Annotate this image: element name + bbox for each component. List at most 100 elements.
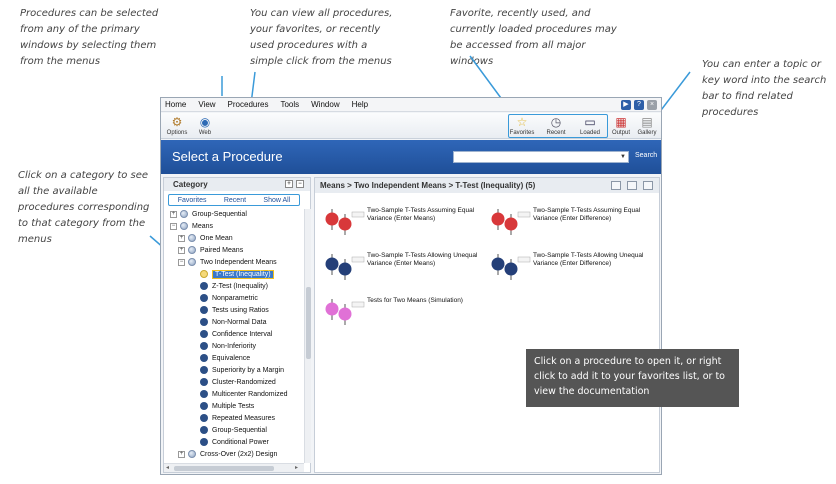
breadcrumb: Means > Two Independent Means > T-Test (… bbox=[315, 178, 659, 193]
detail-view-icon[interactable] bbox=[627, 181, 637, 190]
menu-window[interactable]: Window bbox=[311, 100, 339, 109]
scroll-right-icon[interactable]: ▸ bbox=[295, 464, 298, 472]
tree-item[interactable]: − Means bbox=[170, 221, 213, 233]
tree-item[interactable]: Non-Normal Data bbox=[200, 317, 266, 329]
menu-procedures[interactable]: Procedures bbox=[228, 100, 269, 109]
procedure-node-icon bbox=[200, 282, 208, 291]
tree-vertical-scrollbar[interactable] bbox=[304, 209, 311, 463]
web-button[interactable]: ◉ Web bbox=[189, 114, 221, 138]
two-sample-icon bbox=[491, 209, 531, 235]
icon-view-icon[interactable] bbox=[643, 181, 653, 190]
tree-item[interactable]: Cluster-Randomized bbox=[200, 377, 276, 389]
collapse-icon[interactable]: − bbox=[178, 258, 185, 266]
tree-item-label: Tests using Ratios bbox=[212, 307, 269, 314]
menu-view[interactable]: View bbox=[198, 100, 215, 109]
menu-tools[interactable]: Tools bbox=[280, 100, 299, 109]
tree-item[interactable]: + Group-Sequential bbox=[170, 209, 247, 221]
expand-all-icon[interactable]: + bbox=[285, 180, 293, 188]
tree-item[interactable]: + Paired Means bbox=[178, 245, 243, 257]
tab-favorites[interactable]: Favorites bbox=[178, 197, 207, 204]
folder-icon bbox=[188, 234, 196, 243]
tree-item-label: Multiple Tests bbox=[212, 403, 255, 410]
procedure-label: Two-Sample T-Tests Assuming Equal Varian… bbox=[533, 207, 641, 222]
tree-item[interactable]: Equivalence bbox=[200, 353, 250, 365]
folder-icon bbox=[188, 450, 196, 459]
procedure-item[interactable]: Two-Sample T-Tests Assuming Equal Varian… bbox=[489, 206, 649, 242]
tree-item[interactable]: + One Mean bbox=[178, 233, 233, 245]
tree-item[interactable]: Confidence Interval bbox=[200, 329, 272, 341]
category-tabs: Favorites Recent Show All bbox=[168, 194, 300, 206]
procedure-item[interactable]: Two-Sample T-Tests Allowing Unequal Vari… bbox=[489, 251, 649, 287]
close-icon[interactable]: × bbox=[647, 100, 657, 110]
tree-item[interactable]: Repeated Measures bbox=[200, 413, 275, 425]
tree-item-label: T-Test (Inequality) bbox=[212, 270, 274, 279]
help-icon[interactable]: ? bbox=[634, 100, 644, 110]
procedure-item[interactable]: Two-Sample T-Tests Allowing Unequal Vari… bbox=[323, 251, 483, 287]
annotation-loaded-procedures: Favorite, recently used, and currently l… bbox=[450, 8, 617, 67]
tree-item-label: Non-Inferiority bbox=[212, 343, 256, 350]
two-sample-icon bbox=[491, 254, 531, 280]
procedure-panel: Means > Two Independent Means > T-Test (… bbox=[314, 177, 660, 473]
tree-item[interactable]: Multiple Tests bbox=[200, 401, 254, 413]
tree-item[interactable]: Multicenter Randomized bbox=[200, 389, 287, 401]
tree-item[interactable]: Tests using Ratios bbox=[200, 305, 269, 317]
loaded-button[interactable]: ▭ Loaded bbox=[574, 114, 606, 138]
expand-icon[interactable]: + bbox=[170, 210, 177, 218]
windows-icon: ▭ bbox=[584, 115, 596, 129]
scroll-left-icon[interactable]: ◂ bbox=[166, 464, 169, 472]
tree-item[interactable]: Non-Inferiority bbox=[200, 341, 256, 353]
tree-item[interactable]: T-Test (Inequality) bbox=[200, 269, 274, 281]
collapse-all-icon[interactable]: − bbox=[296, 180, 304, 188]
tree-item[interactable]: − Two Independent Means bbox=[178, 257, 277, 269]
two-sample-icon bbox=[325, 254, 365, 280]
procedure-label: Two-Sample T-Tests Allowing Unequal Vari… bbox=[533, 252, 644, 267]
procedure-label: Two-Sample T-Tests Allowing Unequal Vari… bbox=[367, 252, 478, 267]
procedure-node-icon bbox=[200, 318, 208, 327]
expand-icon[interactable]: + bbox=[178, 234, 185, 242]
navigate-icon[interactable]: ▶ bbox=[621, 100, 631, 110]
tree-item-label: Group-Sequential bbox=[212, 427, 267, 434]
gallery-icon: ▤ bbox=[641, 115, 653, 129]
tree-horizontal-scrollbar[interactable]: ◂ ▸ bbox=[164, 463, 304, 472]
search-button[interactable]: Search bbox=[635, 152, 657, 159]
category-header: Category + − bbox=[164, 178, 310, 191]
window-controls: ▶ ? × bbox=[621, 100, 657, 110]
menu-help[interactable]: Help bbox=[352, 100, 368, 109]
tree-item-label: Two Independent Means bbox=[200, 259, 277, 266]
tree-item[interactable]: Group-Sequential bbox=[200, 425, 267, 437]
category-header-label: Category bbox=[173, 180, 208, 189]
output-label: Output bbox=[611, 130, 630, 136]
tree-item[interactable]: Nonparametric bbox=[200, 293, 258, 305]
tree-item[interactable]: + Cross-Over (2x2) Design bbox=[178, 449, 277, 461]
collapse-icon[interactable]: − bbox=[170, 222, 177, 230]
favorites-button[interactable]: ☆ Favorites bbox=[506, 114, 538, 138]
tree-item-label: One Mean bbox=[200, 235, 233, 242]
procedure-item[interactable]: Tests for Two Means (Simulation) bbox=[323, 296, 483, 332]
toolbar: ⚙ Options ◉ Web ☆ Favorites ◷ Recent ▭ L… bbox=[161, 113, 661, 139]
folder-icon bbox=[180, 222, 188, 231]
search-input[interactable]: ▼ bbox=[453, 151, 629, 163]
tree-item[interactable]: Superiority by a Margin bbox=[200, 365, 284, 377]
scroll-thumb[interactable] bbox=[306, 287, 311, 359]
procedure-node-icon bbox=[200, 270, 208, 279]
procedure-node-icon bbox=[200, 342, 208, 351]
expand-icon[interactable]: + bbox=[178, 450, 185, 458]
menu-home[interactable]: Home bbox=[165, 100, 186, 109]
chevron-down-icon[interactable]: ▼ bbox=[618, 152, 628, 162]
list-view-icon[interactable] bbox=[611, 181, 621, 190]
tab-show-all[interactable]: Show All bbox=[263, 197, 290, 204]
gallery-button[interactable]: ▤ Gallery bbox=[631, 114, 663, 138]
folder-icon bbox=[188, 258, 196, 267]
tree-item[interactable]: Z-Test (Inequality) bbox=[200, 281, 268, 293]
expand-icon[interactable]: + bbox=[178, 246, 185, 254]
output-icon: ▦ bbox=[615, 115, 627, 129]
recent-button[interactable]: ◷ Recent bbox=[540, 114, 572, 138]
procedure-item[interactable]: Two-Sample T-Tests Assuming Equal Varian… bbox=[323, 206, 483, 242]
scroll-thumb[interactable] bbox=[174, 466, 274, 471]
tab-recent[interactable]: Recent bbox=[224, 197, 246, 204]
tree-item-label: Conditional Power bbox=[212, 439, 269, 446]
procedure-node-icon bbox=[200, 378, 208, 387]
select-procedure-banner: Select a Procedure ▼ Search bbox=[161, 140, 661, 174]
tree-item-label: Non-Normal Data bbox=[212, 319, 267, 326]
tree-item[interactable]: Conditional Power bbox=[200, 437, 269, 449]
